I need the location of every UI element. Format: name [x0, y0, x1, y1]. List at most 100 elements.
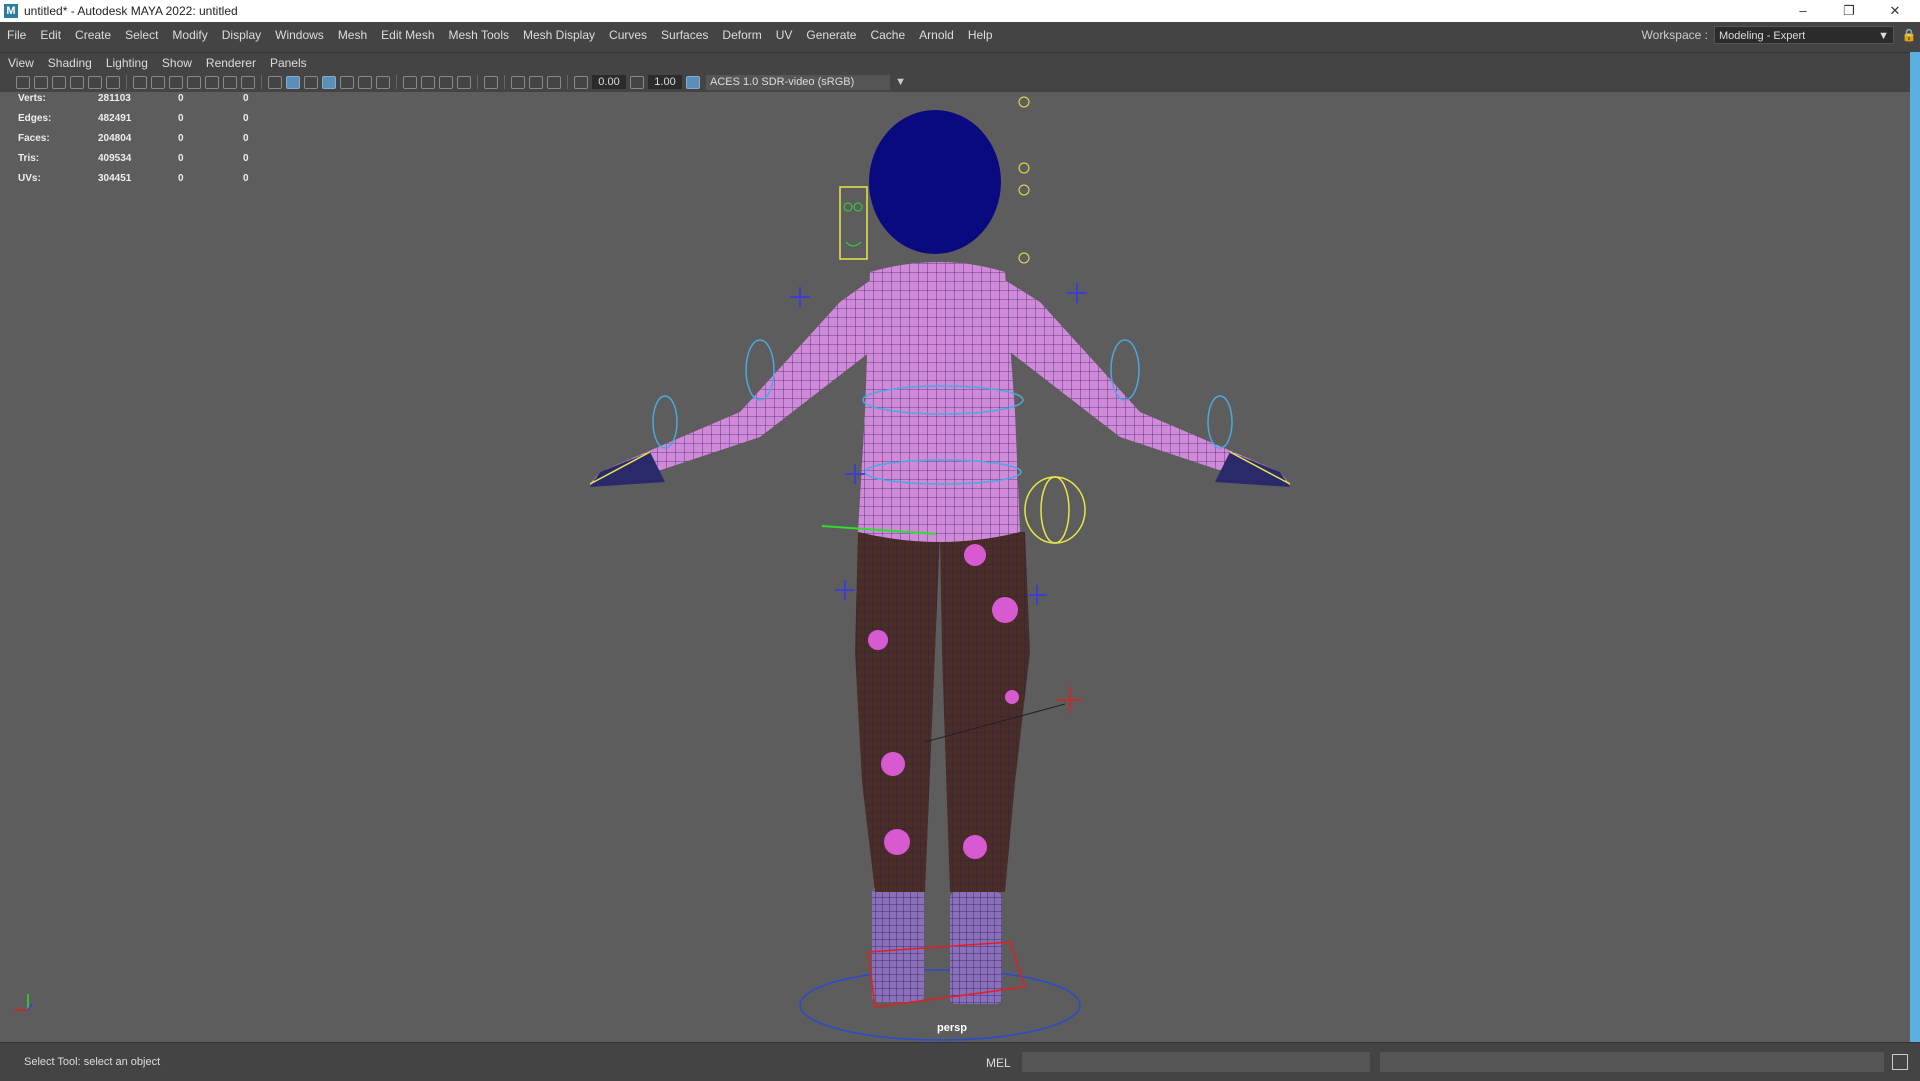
menu-cache[interactable]: Cache — [863, 22, 912, 48]
menu-arnold[interactable]: Arnold — [912, 22, 961, 48]
2d-pan-zoom-icon[interactable] — [106, 75, 120, 89]
toolbar-divider — [504, 75, 505, 89]
grid-icon[interactable] — [133, 75, 147, 89]
viewport-edge-highlight — [1910, 52, 1920, 1042]
image-plane-icon[interactable] — [70, 75, 84, 89]
field-chart-icon[interactable] — [205, 75, 219, 89]
menu-generate[interactable]: Generate — [799, 22, 863, 48]
menu-select[interactable]: Select — [118, 22, 165, 48]
safe-action-icon[interactable] — [223, 75, 237, 89]
menu-curves[interactable]: Curves — [602, 22, 654, 48]
gamma-field[interactable]: 1.00 — [648, 75, 682, 89]
depth-of-field-icon[interactable] — [457, 75, 471, 89]
smooth-shade-icon[interactable] — [286, 75, 300, 89]
toolbar-divider — [261, 75, 262, 89]
head-hair[interactable] — [869, 110, 1001, 254]
toolbar-divider — [396, 75, 397, 89]
panel-menu-panels[interactable]: Panels — [262, 56, 313, 70]
right-elbow-control[interactable] — [1207, 395, 1233, 449]
script-editor-icon[interactable] — [1892, 1054, 1908, 1070]
exposure-field[interactable]: 0.00 — [592, 75, 626, 89]
menu-modify[interactable]: Modify — [165, 22, 214, 48]
grease-pencil-icon[interactable] — [88, 75, 102, 89]
main-menu-bar: File Edit Create Select Modify Display W… — [0, 22, 1920, 48]
safe-title-icon[interactable] — [241, 75, 255, 89]
torso-hoodie[interactable] — [858, 262, 1020, 542]
panel-menu-shading[interactable]: Shading — [40, 56, 98, 70]
camera-icon[interactable] — [16, 75, 30, 89]
anti-aliasing-icon[interactable] — [439, 75, 453, 89]
left-arm[interactable] — [590, 277, 875, 484]
isolate-select-icon[interactable] — [484, 75, 498, 89]
eye-aim-control[interactable] — [1018, 184, 1030, 196]
menu-edit-mesh[interactable]: Edit Mesh — [374, 22, 441, 48]
xray-joints-icon[interactable] — [547, 75, 561, 89]
right-leg[interactable] — [940, 532, 1030, 892]
right-boot[interactable] — [950, 892, 1002, 1004]
panel-menu-view[interactable]: View — [0, 56, 40, 70]
viewport-persp[interactable]: Verts: 281103 0 0 Edges: 482491 0 0 Face… — [0, 92, 1910, 1042]
shadows-icon[interactable] — [376, 75, 390, 89]
resolution-gate-icon[interactable] — [169, 75, 183, 89]
locator-cross[interactable] — [1067, 283, 1087, 303]
exposure-icon[interactable] — [574, 75, 588, 89]
panel-menu-show[interactable]: Show — [154, 56, 198, 70]
camera-attributes-icon[interactable] — [34, 75, 48, 89]
restore-icon[interactable]: ❐ — [1826, 0, 1872, 22]
color-management-icon[interactable] — [686, 75, 700, 89]
gate-mask-icon[interactable] — [187, 75, 201, 89]
right-arm[interactable] — [1000, 277, 1290, 484]
menu-file[interactable]: File — [0, 22, 33, 48]
selected-ik-control-ring — [1040, 476, 1070, 544]
menu-uv[interactable]: UV — [769, 22, 800, 48]
lights-icon[interactable] — [358, 75, 372, 89]
selected-ik-control[interactable] — [1024, 476, 1086, 544]
pole-vector-locator[interactable] — [1057, 687, 1083, 713]
textured-icon[interactable] — [340, 75, 354, 89]
mel-toggle[interactable]: MEL — [986, 1056, 1011, 1070]
polka-dot — [963, 835, 987, 859]
menu-windows[interactable]: Windows — [268, 22, 331, 48]
left-elbow-control[interactable] — [652, 395, 678, 449]
workspace-selector: Workspace : Modeling - Expert ▼ 🔒 — [1642, 22, 1920, 48]
minimize-icon[interactable]: – — [1780, 0, 1826, 22]
polka-dot — [1005, 690, 1019, 704]
wireframe-icon[interactable] — [268, 75, 282, 89]
neck-aim-control[interactable] — [1018, 252, 1030, 264]
view-transform-dropdown[interactable]: ACES 1.0 SDR-video (sRGB) ▼ — [706, 74, 906, 90]
menu-display[interactable]: Display — [215, 22, 268, 48]
gamma-icon[interactable] — [630, 75, 644, 89]
locator-cross[interactable] — [790, 287, 810, 307]
menu-create[interactable]: Create — [68, 22, 118, 48]
ambient-occlusion-icon[interactable] — [403, 75, 417, 89]
menu-mesh[interactable]: Mesh — [331, 22, 374, 48]
command-line-input[interactable] — [1022, 1052, 1370, 1072]
motion-blur-icon[interactable] — [421, 75, 435, 89]
menu-mesh-tools[interactable]: Mesh Tools — [442, 22, 516, 48]
menu-mesh-display[interactable]: Mesh Display — [516, 22, 602, 48]
film-gate-icon[interactable] — [151, 75, 165, 89]
right-shoulder-control[interactable] — [1110, 339, 1140, 401]
menu-edit[interactable]: Edit — [33, 22, 68, 48]
view-axis-gizmo — [14, 994, 33, 1011]
lock-icon[interactable]: 🔒 — [1898, 28, 1920, 42]
left-boot[interactable] — [872, 887, 924, 1002]
locator-cross[interactable] — [835, 580, 855, 600]
menu-surfaces[interactable]: Surfaces — [654, 22, 715, 48]
locator-cross[interactable] — [1027, 585, 1047, 605]
menu-help[interactable]: Help — [961, 22, 1000, 48]
xray-active-icon[interactable] — [529, 75, 543, 89]
close-icon[interactable]: ✕ — [1872, 0, 1918, 22]
panel-menu-renderer[interactable]: Renderer — [198, 56, 262, 70]
eye-aim-control[interactable] — [1018, 162, 1030, 174]
wireframe-on-shaded-icon[interactable] — [322, 75, 336, 89]
face-control-panel[interactable] — [839, 186, 868, 260]
xray-icon[interactable] — [511, 75, 525, 89]
panel-menu-lighting[interactable]: Lighting — [98, 56, 154, 70]
default-material-icon[interactable] — [304, 75, 318, 89]
bookmark-icon[interactable] — [52, 75, 66, 89]
menu-deform[interactable]: Deform — [715, 22, 768, 48]
workspace-dropdown[interactable]: Modeling - Expert ▼ — [1714, 26, 1894, 44]
eye-aim-control[interactable] — [1018, 96, 1030, 108]
camera-name-label: persp — [937, 1022, 967, 1034]
